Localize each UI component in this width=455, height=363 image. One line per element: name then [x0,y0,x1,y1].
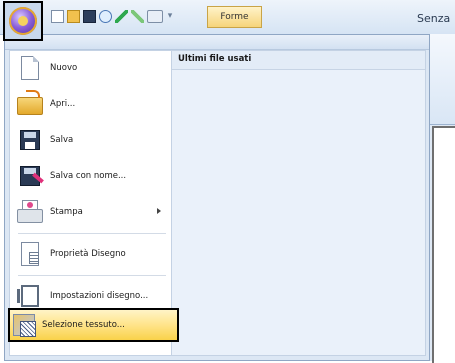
menu-item-apri[interactable]: Apri... [14,89,169,119]
ribbon-area [430,34,455,125]
recent-files-pane: Ultimi file usati [172,50,426,356]
save-as-icon [20,166,40,186]
menu-item-stampa[interactable]: Stampa [14,197,169,227]
tab-forme[interactable]: Forme [207,6,262,28]
title-bar: ▾ Forme Senza [0,0,455,41]
menu-item-label: Salva con nome... [50,171,127,181]
menu-item-label: Proprietà Disegno [50,249,126,259]
menu-item-salva[interactable]: Salva [14,125,169,155]
menu-item-label: Stampa [50,207,83,217]
application-menu-button[interactable] [3,1,43,41]
submenu-arrow-icon [157,208,161,214]
view-icon[interactable] [147,10,163,23]
menu-item-nuovo[interactable]: Nuovo [14,53,169,83]
save-icon[interactable] [83,10,96,23]
workspace [430,34,455,363]
application-menu: Nuovo Apri... Salva Salva con nome... St… [4,34,430,361]
menu-item-label: Impostazioni disegno... [50,291,149,301]
menu-separator [18,233,166,234]
recent-files-header: Ultimi file usati [172,51,425,70]
menu-separator [18,275,166,276]
zoom-icon[interactable] [99,10,112,23]
menu-top-strip [5,35,429,50]
menu-item-label: Apri... [50,99,76,109]
menu-item-selezione-tessuto[interactable]: Selezione tessuto... [8,308,179,342]
printer-icon [17,200,43,223]
menu-item-label: Nuovo [50,63,78,73]
menu-item-label: Salva [50,135,74,145]
qat-customize-dropdown[interactable]: ▾ [166,10,174,23]
design-canvas[interactable] [432,126,455,363]
new-icon[interactable] [51,10,64,23]
design-settings-icon [17,285,39,307]
open-icon[interactable] [67,10,80,23]
open-folder-icon [17,90,43,115]
app-orb-icon [9,7,37,35]
undo-icon[interactable] [115,10,128,23]
menu-item-label: Selezione tessuto... [42,320,125,330]
window-title: Senza [417,12,451,25]
menu-item-salva-con-nome[interactable]: Salva con nome... [14,161,169,191]
fabric-selection-icon [13,314,36,337]
quick-access-toolbar: ▾ [51,10,174,23]
menu-item-proprieta-disegno[interactable]: Proprietà Disegno [14,239,169,269]
save-disk-icon [20,130,40,150]
redo-icon[interactable] [131,10,144,23]
new-document-icon [21,56,39,80]
design-properties-icon [21,242,39,266]
menu-item-impostazioni-disegno[interactable]: Impostazioni disegno... [14,281,169,311]
